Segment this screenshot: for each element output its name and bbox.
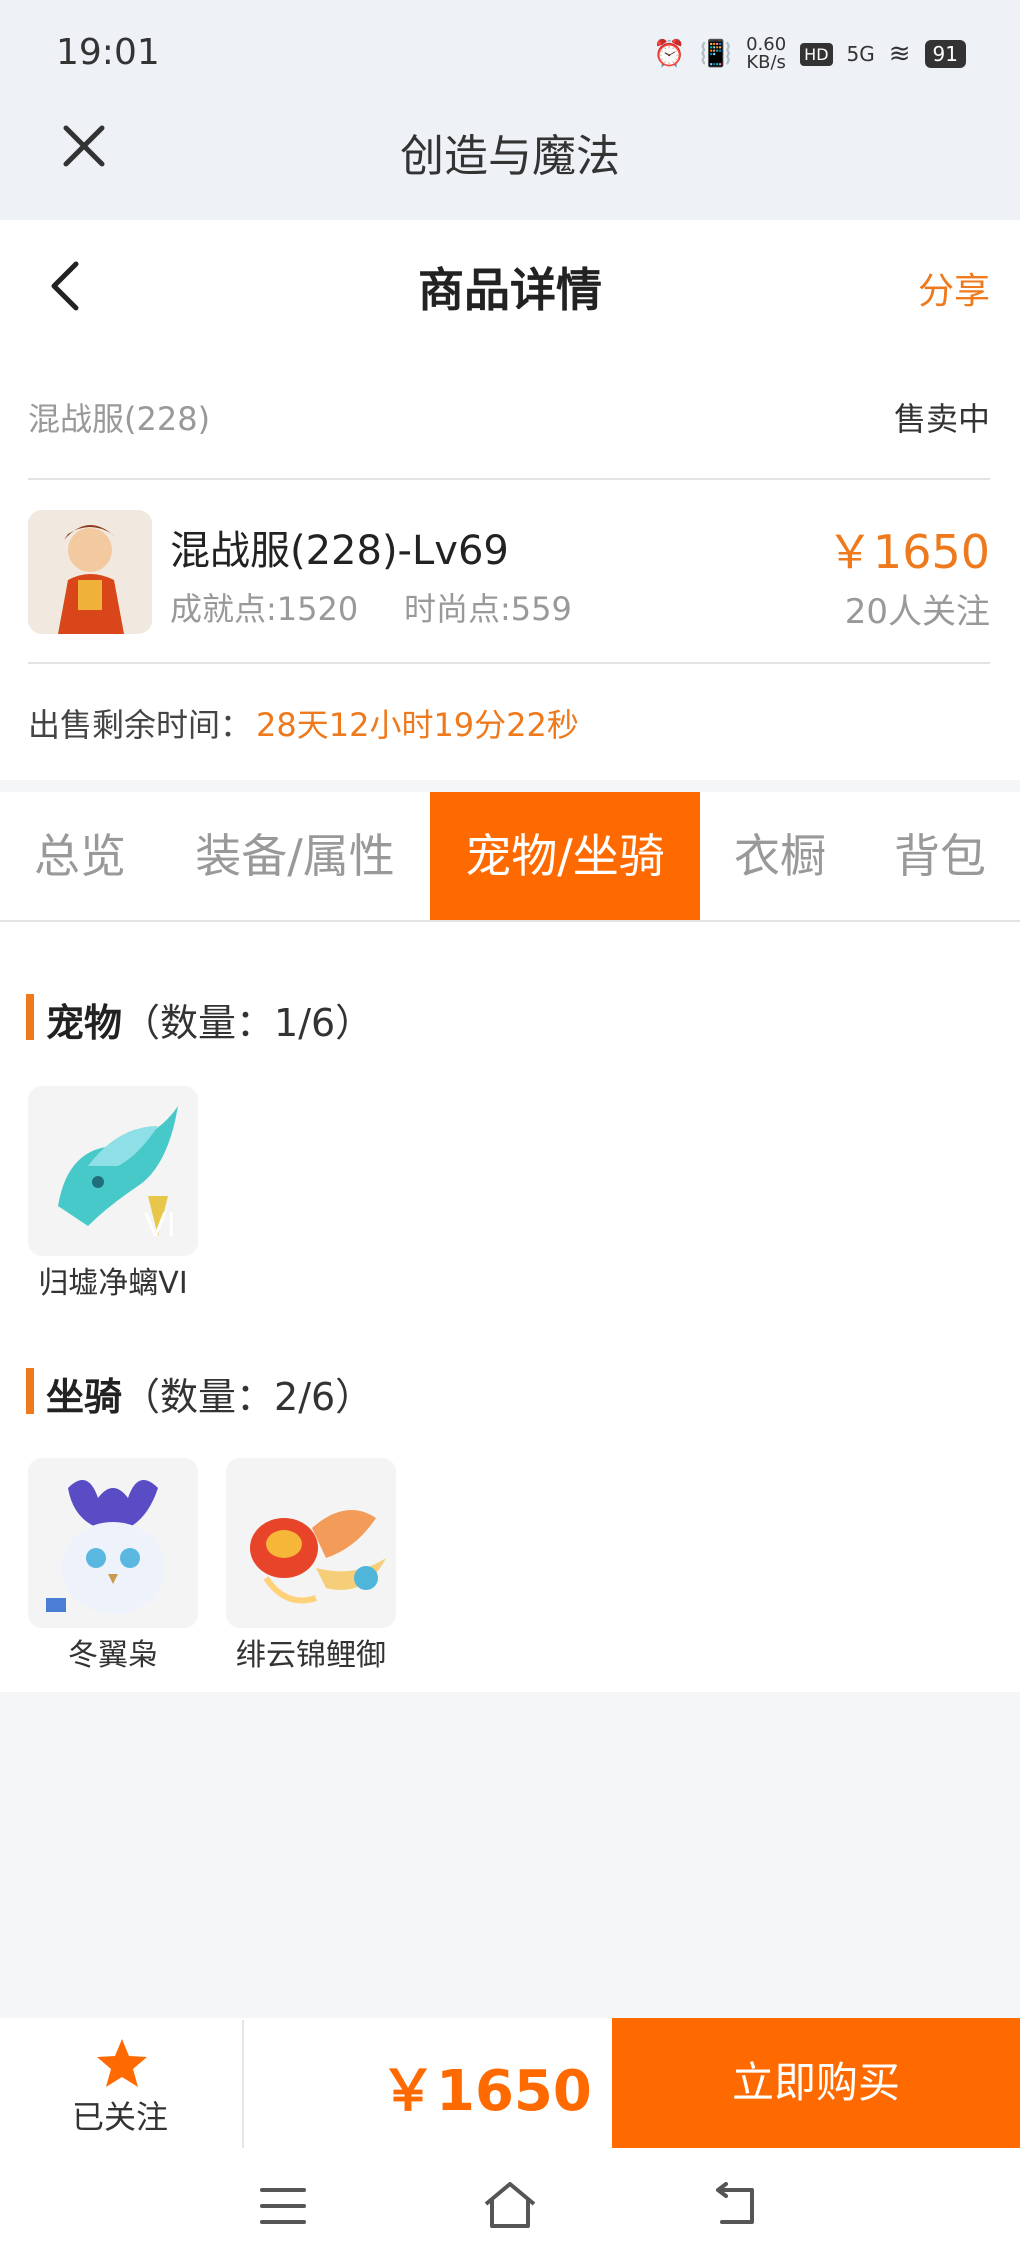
net-speed: 0.60 KB/s	[746, 34, 787, 73]
achievement-points: 成就点:1520	[170, 590, 359, 628]
server-label: 混战服(228)	[28, 400, 211, 438]
status-icons: ⏰ 📳 0.60 KB/s HD 5G ≋ 91	[653, 36, 966, 72]
follow-toggle[interactable]: 已关注	[72, 2092, 168, 2138]
pet-item-image[interactable]: VI	[28, 1086, 198, 1256]
hd-icon: HD	[800, 42, 833, 66]
fashion-points: 时尚点:559	[404, 590, 572, 628]
page-title: 商品详情	[418, 263, 602, 317]
tab-pets-mounts[interactable]: 宠物/坐骑	[430, 792, 700, 920]
svg-text:VI: VI	[144, 1206, 176, 1244]
app-title: 创造与魔法	[400, 131, 620, 182]
tab-overview[interactable]: 总览	[0, 792, 160, 920]
remaining-time-value: 28天12小时19分22秒	[256, 706, 579, 744]
tab-equipment[interactable]: 装备/属性	[160, 792, 430, 920]
divider	[242, 2020, 244, 2148]
pets-section-title: 宠物（数量：1/6）	[46, 1001, 374, 1045]
menu-icon[interactable]	[260, 2186, 306, 2226]
pet-name: 归墟净螭VI	[38, 1266, 188, 1301]
back-icon[interactable]	[712, 2182, 760, 2228]
buy-now-button[interactable]: 立即购买	[612, 2018, 1020, 2148]
remaining-time-label: 出售剩余时间：	[28, 706, 253, 744]
mount-name: 绯云锦鲤御	[236, 1638, 386, 1673]
status-time: 19:01	[56, 32, 160, 73]
share-button[interactable]: 分享	[918, 262, 990, 314]
vibrate-icon: 📳	[699, 39, 733, 69]
signal-5g-icon: 5G	[846, 42, 875, 66]
bottom-price: ￥1650	[380, 2059, 592, 2124]
section-marker	[26, 1368, 34, 1414]
character-name: 混战服(228)-Lv69	[170, 528, 509, 574]
character-avatar	[28, 510, 152, 634]
mounts-section-title: 坐骑（数量：2/6）	[46, 1375, 374, 1419]
alarm-icon: ⏰	[653, 39, 686, 69]
battery-icon: 91	[924, 40, 966, 68]
follower-count: 20人关注	[844, 592, 990, 632]
section-marker	[26, 994, 34, 1040]
tab-wardrobe[interactable]: 衣橱	[700, 792, 860, 920]
mount-item-image[interactable]	[28, 1458, 198, 1628]
divider	[28, 662, 990, 664]
listing-price: ￥1650	[826, 525, 990, 579]
star-icon[interactable]	[94, 2036, 150, 2092]
divider	[28, 478, 990, 480]
home-icon[interactable]	[482, 2180, 538, 2230]
mount-item-image[interactable]	[226, 1458, 396, 1628]
wifi-icon: ≋	[888, 39, 911, 69]
sale-status: 售卖中	[893, 400, 990, 438]
tab-backpack[interactable]: 背包	[860, 792, 1020, 920]
mount-name: 冬翼枭	[68, 1638, 158, 1673]
